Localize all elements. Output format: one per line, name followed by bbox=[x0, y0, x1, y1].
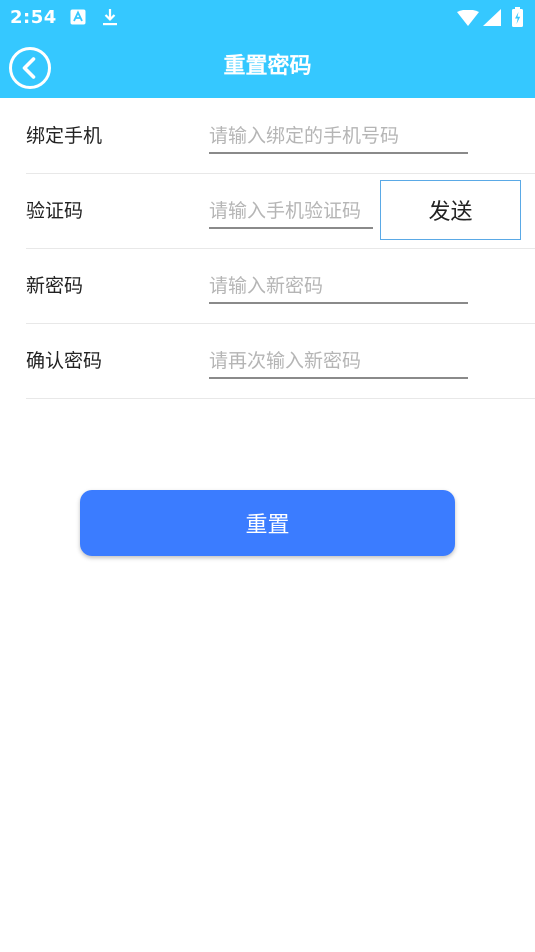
status-time: 2:54 bbox=[10, 7, 57, 28]
form-row-code: 验证码 发送 bbox=[26, 173, 535, 249]
app-bar: 重置密码 bbox=[0, 36, 535, 98]
phone-input[interactable] bbox=[209, 120, 468, 154]
status-bar: 2:54 bbox=[0, 0, 535, 36]
new-password-input[interactable] bbox=[209, 270, 468, 304]
wifi-icon bbox=[457, 10, 479, 26]
back-button[interactable] bbox=[8, 46, 52, 90]
cell-signal-icon bbox=[483, 9, 501, 26]
send-code-button[interactable]: 发送 bbox=[380, 180, 521, 240]
form-row-confirm-password: 确认密码 bbox=[26, 323, 535, 399]
form-row-new-password: 新密码 bbox=[26, 248, 535, 324]
page-title: 重置密码 bbox=[223, 54, 312, 79]
battery-charging-icon bbox=[512, 7, 523, 27]
form-row-phone: 绑定手机 bbox=[26, 98, 535, 174]
new-password-label: 新密码 bbox=[26, 275, 84, 297]
confirm-password-input[interactable] bbox=[209, 345, 468, 379]
reset-button[interactable]: 重置 bbox=[80, 490, 455, 556]
code-input[interactable] bbox=[209, 195, 373, 229]
confirm-password-label: 确认密码 bbox=[26, 350, 103, 372]
download-icon bbox=[103, 9, 117, 26]
back-circle-icon bbox=[9, 47, 51, 89]
phone-label: 绑定手机 bbox=[26, 125, 103, 147]
notification-a-icon bbox=[70, 9, 86, 25]
code-label: 验证码 bbox=[26, 200, 84, 222]
